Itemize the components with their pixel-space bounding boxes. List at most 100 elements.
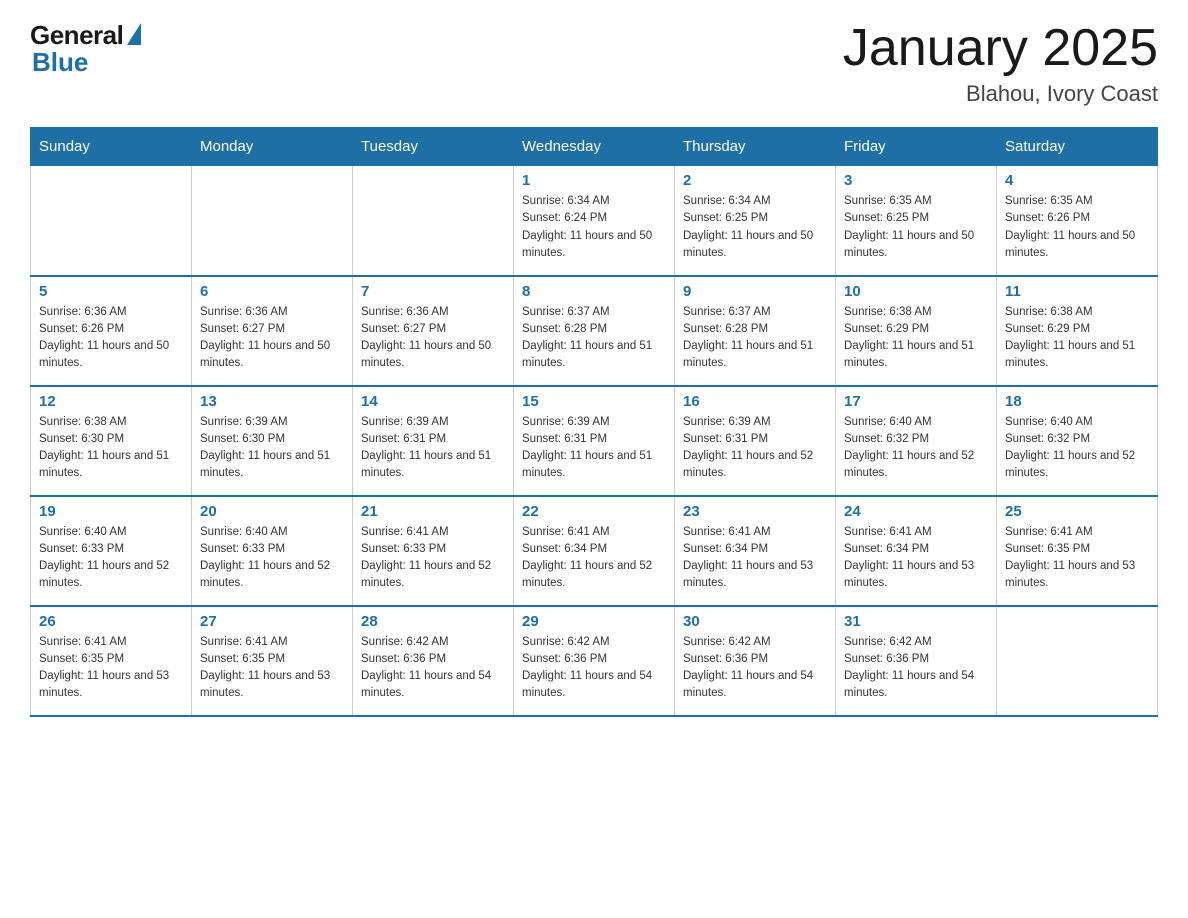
day-info: Sunrise: 6:41 AM Sunset: 6:35 PM Dayligh… bbox=[200, 634, 344, 703]
calendar-week-5: 26 Sunrise: 6:41 AM Sunset: 6:35 PM Dayli… bbox=[31, 606, 1158, 716]
day-number: 23 bbox=[683, 503, 827, 520]
day-info: Sunrise: 6:39 AM Sunset: 6:31 PM Dayligh… bbox=[683, 414, 827, 483]
day-info: Sunrise: 6:38 AM Sunset: 6:29 PM Dayligh… bbox=[1005, 304, 1149, 373]
calendar-cell: 24 Sunrise: 6:41 AM Sunset: 6:34 PM Dayli… bbox=[836, 496, 997, 606]
day-number: 5 bbox=[39, 283, 183, 300]
day-info: Sunrise: 6:40 AM Sunset: 6:33 PM Dayligh… bbox=[200, 524, 344, 593]
day-info: Sunrise: 6:35 AM Sunset: 6:26 PM Dayligh… bbox=[1005, 193, 1149, 262]
day-info: Sunrise: 6:36 AM Sunset: 6:27 PM Dayligh… bbox=[361, 304, 505, 373]
day-info: Sunrise: 6:41 AM Sunset: 6:34 PM Dayligh… bbox=[844, 524, 988, 593]
calendar-cell bbox=[997, 606, 1158, 716]
day-info: Sunrise: 6:42 AM Sunset: 6:36 PM Dayligh… bbox=[361, 634, 505, 703]
day-info: Sunrise: 6:41 AM Sunset: 6:34 PM Dayligh… bbox=[522, 524, 666, 593]
day-info: Sunrise: 6:39 AM Sunset: 6:31 PM Dayligh… bbox=[361, 414, 505, 483]
calendar-cell: 27 Sunrise: 6:41 AM Sunset: 6:35 PM Dayli… bbox=[192, 606, 353, 716]
calendar-cell: 29Sunrise: 6:42 AM Sunset: 6:36 PM Dayli… bbox=[514, 606, 675, 716]
day-number: 11 bbox=[1005, 283, 1149, 300]
day-info: Sunrise: 6:36 AM Sunset: 6:27 PM Dayligh… bbox=[200, 304, 344, 373]
day-info: Sunrise: 6:41 AM Sunset: 6:35 PM Dayligh… bbox=[1005, 524, 1149, 593]
calendar-cell bbox=[192, 166, 353, 276]
calendar-cell bbox=[31, 166, 192, 276]
day-info: Sunrise: 6:42 AM Sunset: 6:36 PM Dayligh… bbox=[683, 634, 827, 703]
calendar-cell: 12Sunrise: 6:38 AM Sunset: 6:30 PM Dayli… bbox=[31, 386, 192, 496]
header-sunday: Sunday bbox=[31, 128, 192, 166]
day-info: Sunrise: 6:34 AM Sunset: 6:25 PM Dayligh… bbox=[683, 193, 827, 262]
logo: General Blue bbox=[30, 20, 141, 78]
calendar-cell: 8 Sunrise: 6:37 AM Sunset: 6:28 PM Daylig… bbox=[514, 276, 675, 386]
title-block: January 2025 Blahou, Ivory Coast bbox=[843, 20, 1158, 107]
calendar-cell: 11 Sunrise: 6:38 AM Sunset: 6:29 PM Dayli… bbox=[997, 276, 1158, 386]
day-number: 18 bbox=[1005, 393, 1149, 410]
day-info: Sunrise: 6:37 AM Sunset: 6:28 PM Dayligh… bbox=[522, 304, 666, 373]
day-info: Sunrise: 6:41 AM Sunset: 6:33 PM Dayligh… bbox=[361, 524, 505, 593]
day-number: 6 bbox=[200, 283, 344, 300]
calendar-cell: 16 Sunrise: 6:39 AM Sunset: 6:31 PM Dayli… bbox=[675, 386, 836, 496]
calendar-cell: 15 Sunrise: 6:39 AM Sunset: 6:31 PM Dayli… bbox=[514, 386, 675, 496]
calendar-cell: 25 Sunrise: 6:41 AM Sunset: 6:35 PM Dayli… bbox=[997, 496, 1158, 606]
day-info: Sunrise: 6:39 AM Sunset: 6:30 PM Dayligh… bbox=[200, 414, 344, 483]
logo-triangle-icon bbox=[127, 23, 141, 45]
day-number: 15 bbox=[522, 393, 666, 410]
calendar-cell: 21 Sunrise: 6:41 AM Sunset: 6:33 PM Dayli… bbox=[353, 496, 514, 606]
day-info: Sunrise: 6:37 AM Sunset: 6:28 PM Dayligh… bbox=[683, 304, 827, 373]
day-number: 28 bbox=[361, 613, 505, 630]
day-number: 17 bbox=[844, 393, 988, 410]
calendar-cell: 14 Sunrise: 6:39 AM Sunset: 6:31 PM Dayli… bbox=[353, 386, 514, 496]
day-number: 30 bbox=[683, 613, 827, 630]
day-number: 7 bbox=[361, 283, 505, 300]
day-number: 1 bbox=[522, 172, 666, 189]
day-number: 16 bbox=[683, 393, 827, 410]
calendar-cell: 20 Sunrise: 6:40 AM Sunset: 6:33 PM Dayli… bbox=[192, 496, 353, 606]
day-number: 9 bbox=[683, 283, 827, 300]
calendar-cell bbox=[353, 166, 514, 276]
header-thursday: Thursday bbox=[675, 128, 836, 166]
calendar-cell: 9 Sunrise: 6:37 AM Sunset: 6:28 PM Daylig… bbox=[675, 276, 836, 386]
page-header: General Blue January 2025 Blahou, Ivory … bbox=[30, 20, 1158, 107]
calendar-cell: 31Sunrise: 6:42 AM Sunset: 6:36 PM Dayli… bbox=[836, 606, 997, 716]
calendar-cell: 13Sunrise: 6:39 AM Sunset: 6:30 PM Dayli… bbox=[192, 386, 353, 496]
calendar-cell: 3 Sunrise: 6:35 AM Sunset: 6:25 PM Daylig… bbox=[836, 166, 997, 276]
calendar-cell: 19Sunrise: 6:40 AM Sunset: 6:33 PM Dayli… bbox=[31, 496, 192, 606]
logo-blue-text: Blue bbox=[30, 47, 88, 78]
calendar-week-3: 12Sunrise: 6:38 AM Sunset: 6:30 PM Dayli… bbox=[31, 386, 1158, 496]
calendar-cell: 22 Sunrise: 6:41 AM Sunset: 6:34 PM Dayli… bbox=[514, 496, 675, 606]
day-number: 24 bbox=[844, 503, 988, 520]
day-info: Sunrise: 6:38 AM Sunset: 6:29 PM Dayligh… bbox=[844, 304, 988, 373]
calendar-subtitle: Blahou, Ivory Coast bbox=[843, 81, 1158, 107]
day-number: 2 bbox=[683, 172, 827, 189]
header-wednesday: Wednesday bbox=[514, 128, 675, 166]
day-number: 8 bbox=[522, 283, 666, 300]
calendar-week-2: 5 Sunrise: 6:36 AM Sunset: 6:26 PM Daylig… bbox=[31, 276, 1158, 386]
day-info: Sunrise: 6:40 AM Sunset: 6:32 PM Dayligh… bbox=[1005, 414, 1149, 483]
day-number: 31 bbox=[844, 613, 988, 630]
calendar-cell: 17 Sunrise: 6:40 AM Sunset: 6:32 PM Dayli… bbox=[836, 386, 997, 496]
day-number: 22 bbox=[522, 503, 666, 520]
calendar-table: SundayMondayTuesdayWednesdayThursdayFrid… bbox=[30, 127, 1158, 717]
day-info: Sunrise: 6:42 AM Sunset: 6:36 PM Dayligh… bbox=[522, 634, 666, 703]
day-number: 3 bbox=[844, 172, 988, 189]
calendar-cell: 30 Sunrise: 6:42 AM Sunset: 6:36 PM Dayli… bbox=[675, 606, 836, 716]
calendar-week-4: 19Sunrise: 6:40 AM Sunset: 6:33 PM Dayli… bbox=[31, 496, 1158, 606]
day-number: 25 bbox=[1005, 503, 1149, 520]
header-saturday: Saturday bbox=[997, 128, 1158, 166]
calendar-cell: 23Sunrise: 6:41 AM Sunset: 6:34 PM Dayli… bbox=[675, 496, 836, 606]
calendar-cell: 2 Sunrise: 6:34 AM Sunset: 6:25 PM Daylig… bbox=[675, 166, 836, 276]
header-monday: Monday bbox=[192, 128, 353, 166]
day-info: Sunrise: 6:40 AM Sunset: 6:32 PM Dayligh… bbox=[844, 414, 988, 483]
day-number: 27 bbox=[200, 613, 344, 630]
calendar-header-row: SundayMondayTuesdayWednesdayThursdayFrid… bbox=[31, 128, 1158, 166]
day-number: 21 bbox=[361, 503, 505, 520]
calendar-cell: 10Sunrise: 6:38 AM Sunset: 6:29 PM Dayli… bbox=[836, 276, 997, 386]
calendar-cell: 6 Sunrise: 6:36 AM Sunset: 6:27 PM Daylig… bbox=[192, 276, 353, 386]
day-number: 4 bbox=[1005, 172, 1149, 189]
calendar-cell: 26Sunrise: 6:41 AM Sunset: 6:35 PM Dayli… bbox=[31, 606, 192, 716]
day-info: Sunrise: 6:35 AM Sunset: 6:25 PM Dayligh… bbox=[844, 193, 988, 262]
day-number: 20 bbox=[200, 503, 344, 520]
day-number: 14 bbox=[361, 393, 505, 410]
calendar-cell: 18 Sunrise: 6:40 AM Sunset: 6:32 PM Dayli… bbox=[997, 386, 1158, 496]
day-number: 26 bbox=[39, 613, 183, 630]
header-tuesday: Tuesday bbox=[353, 128, 514, 166]
day-info: Sunrise: 6:36 AM Sunset: 6:26 PM Dayligh… bbox=[39, 304, 183, 373]
calendar-cell: 5 Sunrise: 6:36 AM Sunset: 6:26 PM Daylig… bbox=[31, 276, 192, 386]
day-info: Sunrise: 6:39 AM Sunset: 6:31 PM Dayligh… bbox=[522, 414, 666, 483]
